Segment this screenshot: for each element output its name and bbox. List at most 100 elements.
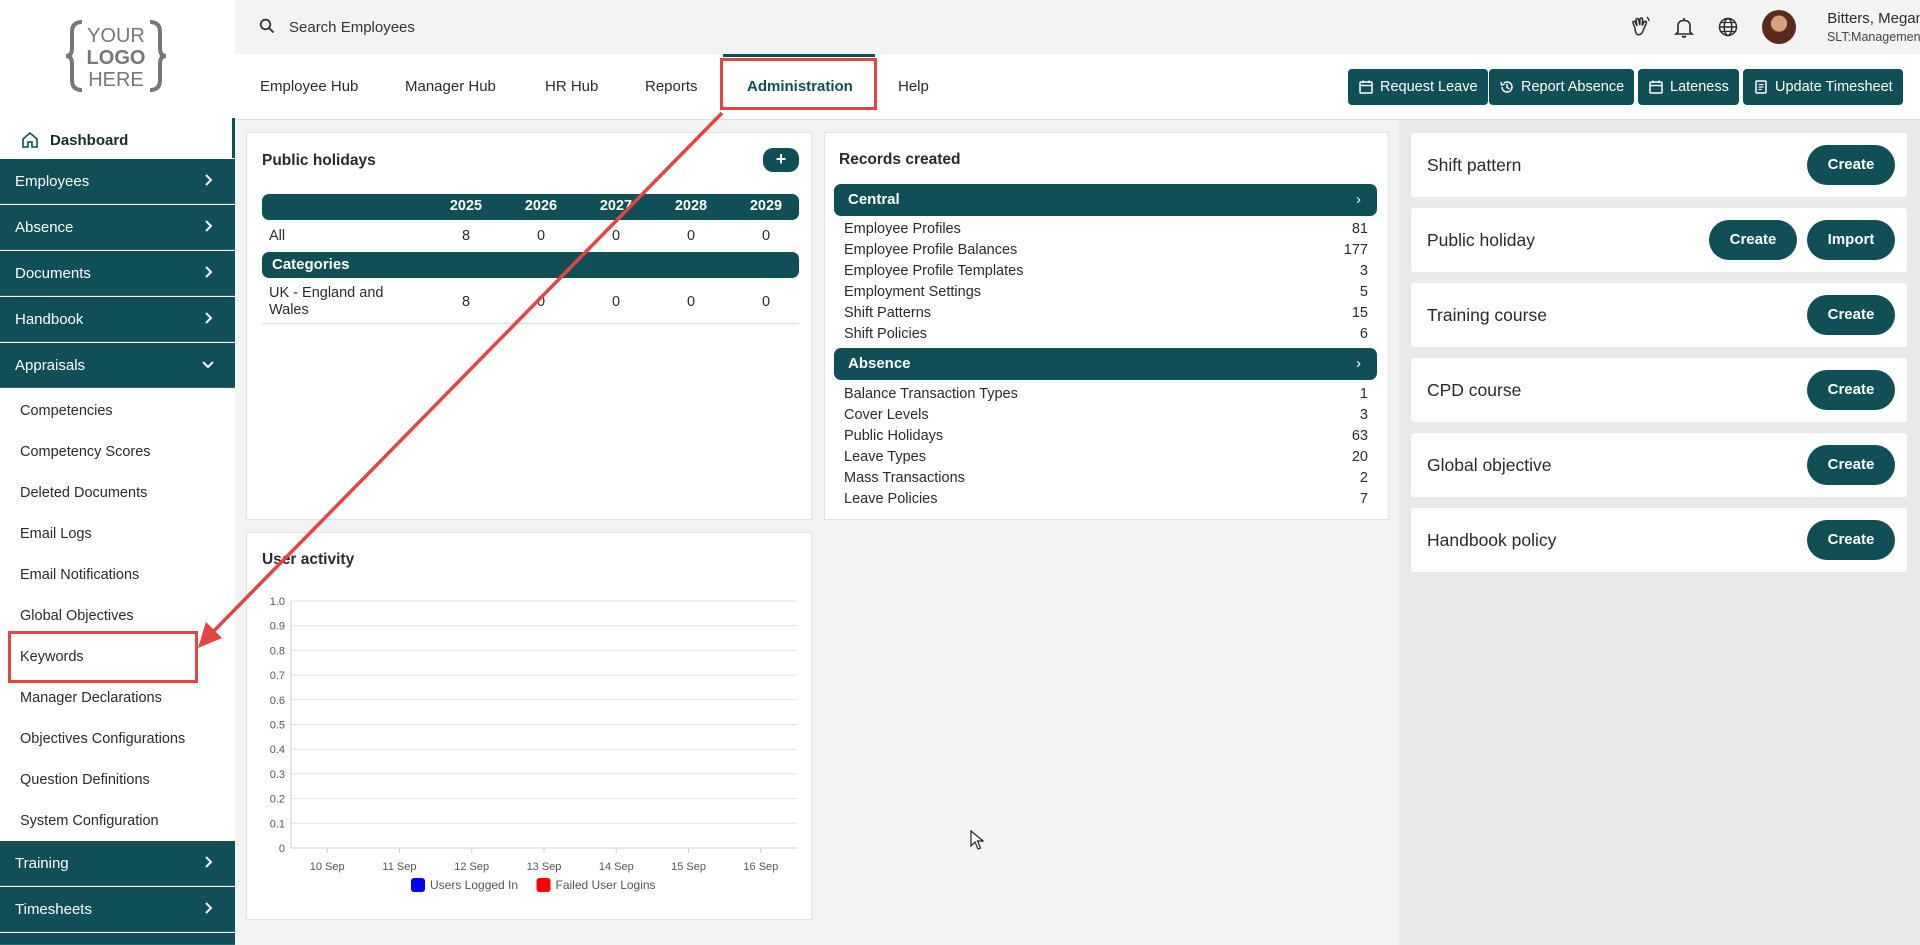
globe-icon[interactable] — [1716, 15, 1740, 39]
menu-manager-hub[interactable]: Manager Hub — [405, 54, 496, 120]
menu-hr-hub[interactable]: HR Hub — [545, 54, 598, 120]
records-row: Employee Profile Balances 177 — [844, 242, 1368, 262]
sidebar-item-email-notifications[interactable]: Email Notifications — [20, 563, 139, 587]
company-logo[interactable]: YOUR LOGO HERE — [62, 18, 170, 94]
sidebar-section-absence[interactable]: Absence — [0, 205, 235, 250]
sidebar-item-competency-scores[interactable]: Competency Scores — [20, 440, 151, 464]
y-tick-label: 0.9 — [270, 621, 285, 633]
request-leave-button[interactable]: Request Leave — [1348, 69, 1488, 105]
sidebar-section-more[interactable] — [0, 933, 235, 945]
lateness-button[interactable]: Lateness — [1638, 69, 1739, 105]
section-label: Documents — [15, 264, 91, 282]
quick-create-label: CPD course — [1427, 380, 1522, 400]
table-cell: 0 — [536, 294, 546, 310]
create-handbook-policy-button[interactable]: Create — [1807, 520, 1895, 560]
years-header-row: 2025 2026 2027 2028 2029 — [262, 194, 799, 220]
menu-employee-hub[interactable]: Employee Hub — [260, 54, 358, 120]
sidebar-item-manager-declarations[interactable]: Manager Declarations — [20, 686, 162, 710]
import-public-holiday-button[interactable]: Import — [1807, 220, 1895, 260]
calendar-icon — [1649, 80, 1663, 94]
record-count: 3 — [1359, 407, 1368, 423]
records-row: Shift Patterns 15 — [844, 305, 1368, 325]
sidebar-item-deleted-documents[interactable]: Deleted Documents — [20, 481, 147, 505]
categories-header: Categories — [262, 252, 799, 278]
sidebar-item-email-logs[interactable]: Email Logs — [20, 522, 92, 546]
chevron-right-icon: › — [1356, 355, 1361, 372]
section-label: Employees — [15, 172, 90, 190]
calendar-icon — [1359, 80, 1373, 94]
update-timesheet-button[interactable]: Update Timesheet — [1743, 69, 1903, 105]
sidebar-section-training[interactable]: Training — [0, 841, 235, 886]
table-cell: 0 — [761, 228, 771, 244]
card-title: User activity — [262, 551, 355, 568]
y-tick-label: 0.5 — [270, 720, 285, 732]
menu-reports[interactable]: Reports — [645, 54, 698, 120]
chevron-right-icon: › — [1356, 191, 1361, 208]
user-name[interactable]: Bitters, Megan — [1804, 10, 1920, 27]
record-count: 1 — [1359, 386, 1368, 402]
quick-create-panel: Shift pattern Create Public holiday Crea… — [1399, 120, 1920, 945]
sidebar-item-dashboard[interactable]: Dashboard — [0, 124, 235, 156]
quick-create-row: CPD course Create — [1411, 358, 1907, 422]
sidebar-item-question-definitions[interactable]: Question Definitions — [20, 768, 150, 792]
y-tick-label: 0.3 — [270, 769, 285, 781]
sidebar-section-employees[interactable]: Employees — [0, 159, 235, 204]
table-cell: 0 — [686, 294, 696, 310]
sidebar-section-appraisals[interactable]: Appraisals — [0, 343, 235, 388]
quick-create-row: Shift pattern Create — [1411, 133, 1907, 197]
sidebar-item-global-objectives[interactable]: Global Objectives — [20, 604, 134, 628]
x-tick-label: 16 Sep — [743, 861, 778, 873]
scrollbar-thumb[interactable] — [1388, 185, 1389, 279]
wave-hand-icon[interactable] — [1628, 15, 1652, 39]
card-title: Public holidays — [262, 152, 376, 169]
quick-create-row: Handbook policy Create — [1411, 508, 1907, 572]
bell-icon[interactable] — [1672, 15, 1696, 39]
record-label: Shift Policies — [844, 326, 928, 342]
menu-help[interactable]: Help — [898, 54, 929, 120]
chevron-down-icon — [202, 361, 214, 369]
sidebar-item-objectives-configurations[interactable]: Objectives Configurations — [20, 727, 185, 751]
quick-create-label: Shift pattern — [1427, 155, 1522, 175]
add-public-holiday-button[interactable]: + — [763, 148, 799, 172]
table-cell: 8 — [461, 294, 471, 310]
create-cpd-course-button[interactable]: Create — [1807, 370, 1895, 410]
records-row: Public Holidays 63 — [844, 428, 1368, 448]
record-label: Mass Transactions — [844, 470, 965, 486]
sidebar-item-competencies[interactable]: Competencies — [20, 399, 113, 423]
public-holidays-card: Public holidays + 2025 2026 2027 2028 20… — [246, 132, 812, 520]
search-input[interactable] — [289, 14, 689, 40]
y-tick-label: 0 — [279, 843, 285, 855]
records-group-central[interactable]: Central › — [834, 184, 1377, 216]
mouse-cursor-icon — [970, 830, 984, 850]
sidebar-item-system-configuration[interactable]: System Configuration — [20, 809, 159, 833]
legend-label: Failed User Logins — [556, 878, 656, 892]
group-label: Central — [848, 191, 900, 208]
y-tick-label: 1.0 — [270, 596, 285, 608]
sidebar-section-timesheets[interactable]: Timesheets — [0, 887, 235, 932]
sidebar-section-documents[interactable]: Documents — [0, 251, 235, 296]
records-row: Leave Types 20 — [844, 449, 1368, 469]
record-label: Employee Profile Balances — [844, 242, 1018, 258]
quick-create-row: Global objective Create — [1411, 433, 1907, 497]
x-tick-label: 11 Sep — [382, 861, 416, 873]
chevron-right-icon — [205, 266, 213, 278]
all-row-label: All — [269, 228, 286, 244]
records-group-absence[interactable]: Absence › — [834, 348, 1377, 380]
section-label: Training — [15, 854, 69, 872]
records-row: Employee Profiles 81 — [844, 221, 1368, 241]
search-icon[interactable] — [259, 18, 275, 34]
records-row: Balance Transaction Types 1 — [844, 386, 1368, 406]
section-label: Appraisals — [15, 356, 86, 374]
create-global-objective-button[interactable]: Create — [1807, 445, 1895, 485]
section-label: Absence — [15, 218, 74, 236]
create-training-course-button[interactable]: Create — [1807, 295, 1895, 335]
create-shift-pattern-button[interactable]: Create — [1807, 145, 1895, 185]
table-cell: 0 — [536, 228, 546, 244]
x-tick-label: 15 Sep — [671, 861, 706, 873]
logo-line: HERE — [88, 69, 144, 91]
create-public-holiday-button[interactable]: Create — [1709, 220, 1797, 260]
avatar[interactable] — [1762, 10, 1796, 44]
sidebar-section-handbook[interactable]: Handbook — [0, 297, 235, 342]
report-absence-button[interactable]: Report Absence — [1489, 69, 1635, 105]
year-header: 2029 — [749, 198, 783, 214]
